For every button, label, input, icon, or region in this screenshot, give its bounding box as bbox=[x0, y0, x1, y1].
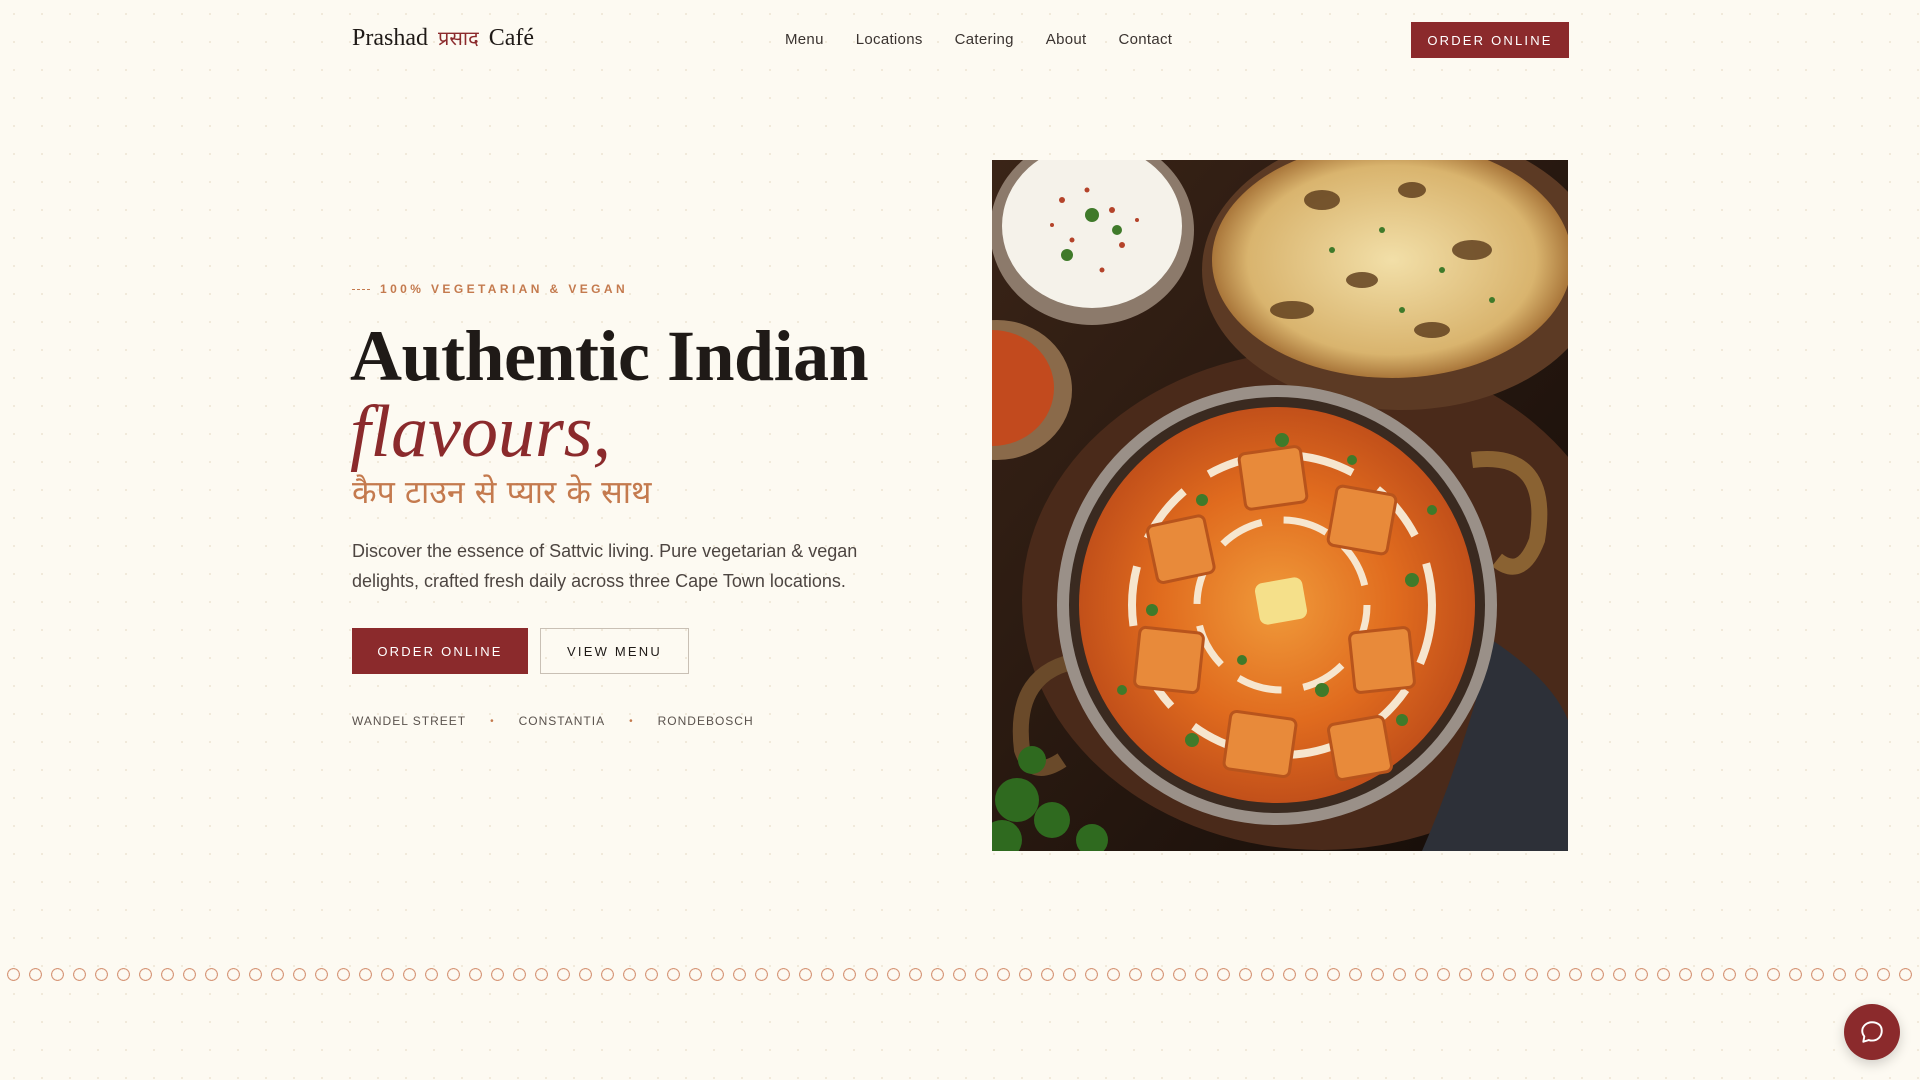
location-rondebosch[interactable]: RONDEBOSCH bbox=[658, 714, 754, 728]
site-header: Prashad प्रसाद Café Menu Locations Cater… bbox=[0, 0, 1920, 80]
nav-link-locations[interactable]: Locations bbox=[856, 31, 923, 48]
hero-title-italic: flavours, bbox=[350, 391, 612, 473]
logo-suffix: Café bbox=[488, 25, 534, 51]
location-list: WANDEL STREET • CONSTANTIA • RONDEBOSCH bbox=[352, 714, 754, 728]
logo[interactable]: Prashad प्रसाद Café bbox=[352, 24, 534, 52]
nav-link-catering[interactable]: Catering bbox=[955, 31, 1014, 48]
eyebrow-dash bbox=[352, 288, 370, 290]
eyebrow-text: 100% VEGETARIAN & VEGAN bbox=[380, 282, 629, 296]
location-separator: • bbox=[629, 715, 634, 727]
paneer-curry-photo bbox=[992, 160, 1568, 851]
main-nav: Menu Locations Catering About Contact bbox=[785, 31, 1204, 48]
logo-hindi: प्रसाद bbox=[437, 28, 479, 50]
chat-button[interactable] bbox=[1844, 1004, 1900, 1060]
hero-eyebrow: 100% VEGETARIAN & VEGAN bbox=[352, 282, 628, 296]
nav-link-about[interactable]: About bbox=[1046, 31, 1087, 48]
hero-food-image bbox=[992, 160, 1568, 851]
decorative-circle-border bbox=[6, 967, 1916, 983]
chat-bubble-icon bbox=[1861, 1021, 1883, 1043]
location-constantia[interactable]: CONSTANTIA bbox=[519, 714, 605, 728]
hero-title: Authentic Indian bbox=[350, 316, 869, 396]
location-wandel-street[interactable]: WANDEL STREET bbox=[352, 714, 466, 728]
hero-title-hindi: कैप टाउन से प्यार के साथ bbox=[352, 473, 652, 511]
location-separator: • bbox=[490, 715, 495, 727]
logo-name: Prashad bbox=[352, 25, 428, 51]
nav-link-contact[interactable]: Contact bbox=[1118, 31, 1172, 48]
nav-link-menu[interactable]: Menu bbox=[785, 31, 824, 48]
view-menu-button[interactable]: VIEW MENU bbox=[540, 628, 689, 674]
hero-description: Discover the essence of Sattvic living. … bbox=[352, 541, 858, 591]
hero-order-online-button[interactable]: ORDER ONLINE bbox=[352, 628, 528, 674]
header-order-online-button[interactable]: ORDER ONLINE bbox=[1411, 22, 1569, 58]
